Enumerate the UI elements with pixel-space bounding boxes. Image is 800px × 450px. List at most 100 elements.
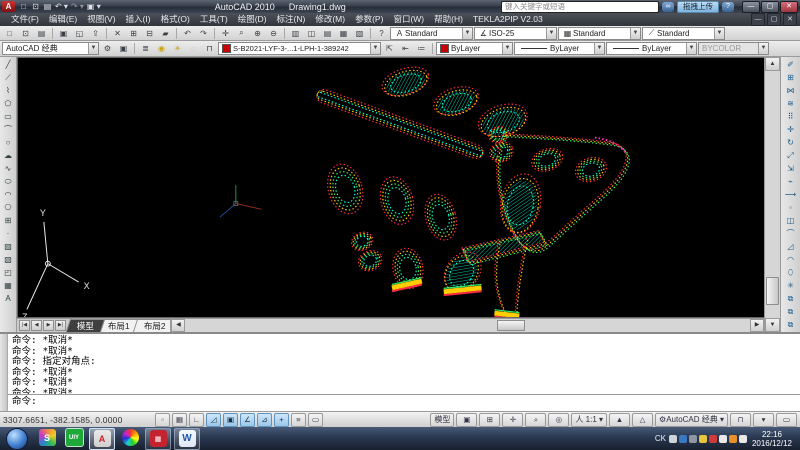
trim-icon[interactable]: ⌁ [784,175,797,188]
save-icon[interactable]: ▤ [34,26,49,40]
last-tab-icon[interactable]: ▶| [55,320,66,331]
mirror-icon[interactable]: ⋈ [784,84,797,97]
markup-icon[interactable]: ▧ [352,26,367,40]
qp-toggle[interactable]: ▭ [308,413,323,427]
copy-icon[interactable]: ⊞ [784,71,797,84]
dyn-toggle[interactable]: + [274,413,289,427]
start-button[interactable] [6,428,28,450]
vscroll-thumb[interactable] [766,277,779,305]
hatch-icon[interactable]: ▨ [2,240,15,253]
workspace-combo[interactable]: AutoCAD 经典▼ [2,42,99,55]
qat-plot-icon[interactable]: ▣ ▾ [87,2,101,11]
qat-save-icon[interactable]: ▤ [43,2,52,11]
paste-icon[interactable]: ⊟ [142,26,157,40]
device-tray-icon[interactable] [719,435,727,443]
update-tray-icon[interactable] [729,435,737,443]
osnap-toggle[interactable]: ▣ [223,413,238,427]
grid-toggle[interactable]: ▦ [172,413,187,427]
help-icon[interactable]: ? [374,26,389,40]
drawing-canvas[interactable]: Y X Z [17,57,764,318]
menu-item[interactable]: 编辑(E) [44,13,82,26]
doc-close-icon[interactable]: ✕ [783,13,797,26]
fillet-icon[interactable]: ◠ [784,253,797,266]
menu-item[interactable]: 绘图(D) [233,13,272,26]
gradient-icon[interactable]: ▧ [2,253,15,266]
command-window-grip[interactable] [0,334,8,411]
workspace-settings-icon[interactable]: ⚙ [100,42,115,56]
spline-icon[interactable]: ∿ [2,162,15,175]
make-layer-current-icon[interactable]: ⇱ [382,42,397,56]
expand-tray-icon[interactable] [689,435,697,443]
autocad-app[interactable]: A [89,428,115,450]
minimize-button[interactable]: — [742,1,760,13]
move-icon[interactable]: ✛ [784,123,797,136]
menu-item[interactable]: 参数(P) [350,13,388,26]
explode-icon[interactable]: ✳ [784,279,797,292]
properties-icon[interactable]: ▥ [288,26,303,40]
doc-restore-icon[interactable]: ▢ [767,13,781,26]
menu-item[interactable]: 标注(N) [272,13,311,26]
undo-icon[interactable]: ↶ [180,26,195,40]
keyboard-tray-icon[interactable] [669,435,677,443]
make-block-icon[interactable]: ⊞ [2,214,15,227]
sogou-app[interactable]: S [35,428,59,448]
designcenter-icon[interactable]: ◫ [304,26,319,40]
stretch-icon[interactable]: ⇲ [784,162,797,175]
cut-icon[interactable]: ✕ [110,26,125,40]
otrack-toggle[interactable]: ∠ [240,413,255,427]
prev-tab-icon[interactable]: ◀ [31,320,42,331]
toolbar-lock-icon[interactable]: ⊓ [730,413,751,427]
extend-icon[interactable]: ⟶ [784,188,797,201]
zoom-realtime-icon[interactable]: ⌕ [234,26,249,40]
menu-item[interactable]: 格式(O) [156,13,195,26]
layer-states-icon[interactable]: ≔ [414,42,429,56]
region-icon[interactable]: ◰ [2,266,15,279]
word-app[interactable]: W [174,428,200,450]
line-icon[interactable]: ╱ [2,58,15,71]
revcloud-icon[interactable]: ☁ [2,149,15,162]
help-tray-icon[interactable] [679,435,687,443]
lineweight-combo[interactable]: ByLayer ▼ [606,42,697,55]
publish-icon[interactable]: ⇪ [88,26,103,40]
command-window[interactable]: 命令: *取消*命令: *取消*命令: 指定对角点:命令: *取消*命令: *取… [0,332,800,411]
pan-icon[interactable]: ✛ [218,26,233,40]
text-style-combo[interactable]: AStandard▼ [390,27,473,40]
layer-freeze-icon[interactable]: ◌ [186,42,201,56]
rotate-icon[interactable]: ↻ [784,136,797,149]
pinwheel-app[interactable] [118,428,142,448]
table-style-combo[interactable]: ▦Standard▼ [558,27,641,40]
alert-tray-icon[interactable] [709,435,717,443]
annotation-scale-button[interactable]: 人 1:1 ▾ [571,413,607,427]
polygon-icon[interactable]: ⬠ [2,97,15,110]
drag-upload-button[interactable]: 拖拽上传 [677,1,719,13]
tab-model[interactable]: 模型 [66,319,105,332]
draw-order-icon[interactable]: ⧉ [784,318,797,331]
first-tab-icon[interactable]: |◀ [19,320,30,331]
dim-style-combo[interactable]: ∡ISO-25▼ [474,27,557,40]
menu-item[interactable]: 窗口(W) [388,13,429,26]
menu-item[interactable]: 文件(F) [6,13,44,26]
layer-properties-icon[interactable]: ≣ [138,42,153,56]
workspace-switch-button[interactable]: ⚙ AutoCAD 经典 ▾ [655,413,728,427]
layer-previous-icon[interactable]: ⇤ [398,42,413,56]
statusbar-menu-icon[interactable]: ▾ [753,413,774,427]
clean-screen-icon[interactable]: ▭ [776,413,797,427]
new-icon[interactable]: □ [2,26,17,40]
insert-block-icon[interactable]: ⎔ [2,201,15,214]
close-button[interactable]: ✕ [780,1,798,13]
circle-icon[interactable]: ○ [2,136,15,149]
menu-item[interactable]: 帮助(H) [429,13,468,26]
match-properties-icon[interactable]: ▰ [158,26,173,40]
taskbar-clock[interactable]: 22:16 2016/12/12 [750,430,798,448]
doc-minimize-icon[interactable]: — [751,13,765,26]
redo-icon[interactable]: ↷ [196,26,211,40]
scroll-up-icon[interactable]: ▲ [765,57,780,71]
point-icon[interactable]: · [2,227,15,240]
volume-tray-icon[interactable] [739,435,747,443]
infocenter-search-input[interactable]: 键入关键字或短语 [501,1,659,13]
input-method-indicator[interactable]: CK [655,434,666,443]
polar-toggle[interactable]: ◿ [206,413,221,427]
horizontal-scrollbar[interactable]: ◀ ▶ [170,319,764,332]
mtext-icon[interactable]: A [2,292,15,305]
lwt-toggle[interactable]: ≡ [291,413,306,427]
